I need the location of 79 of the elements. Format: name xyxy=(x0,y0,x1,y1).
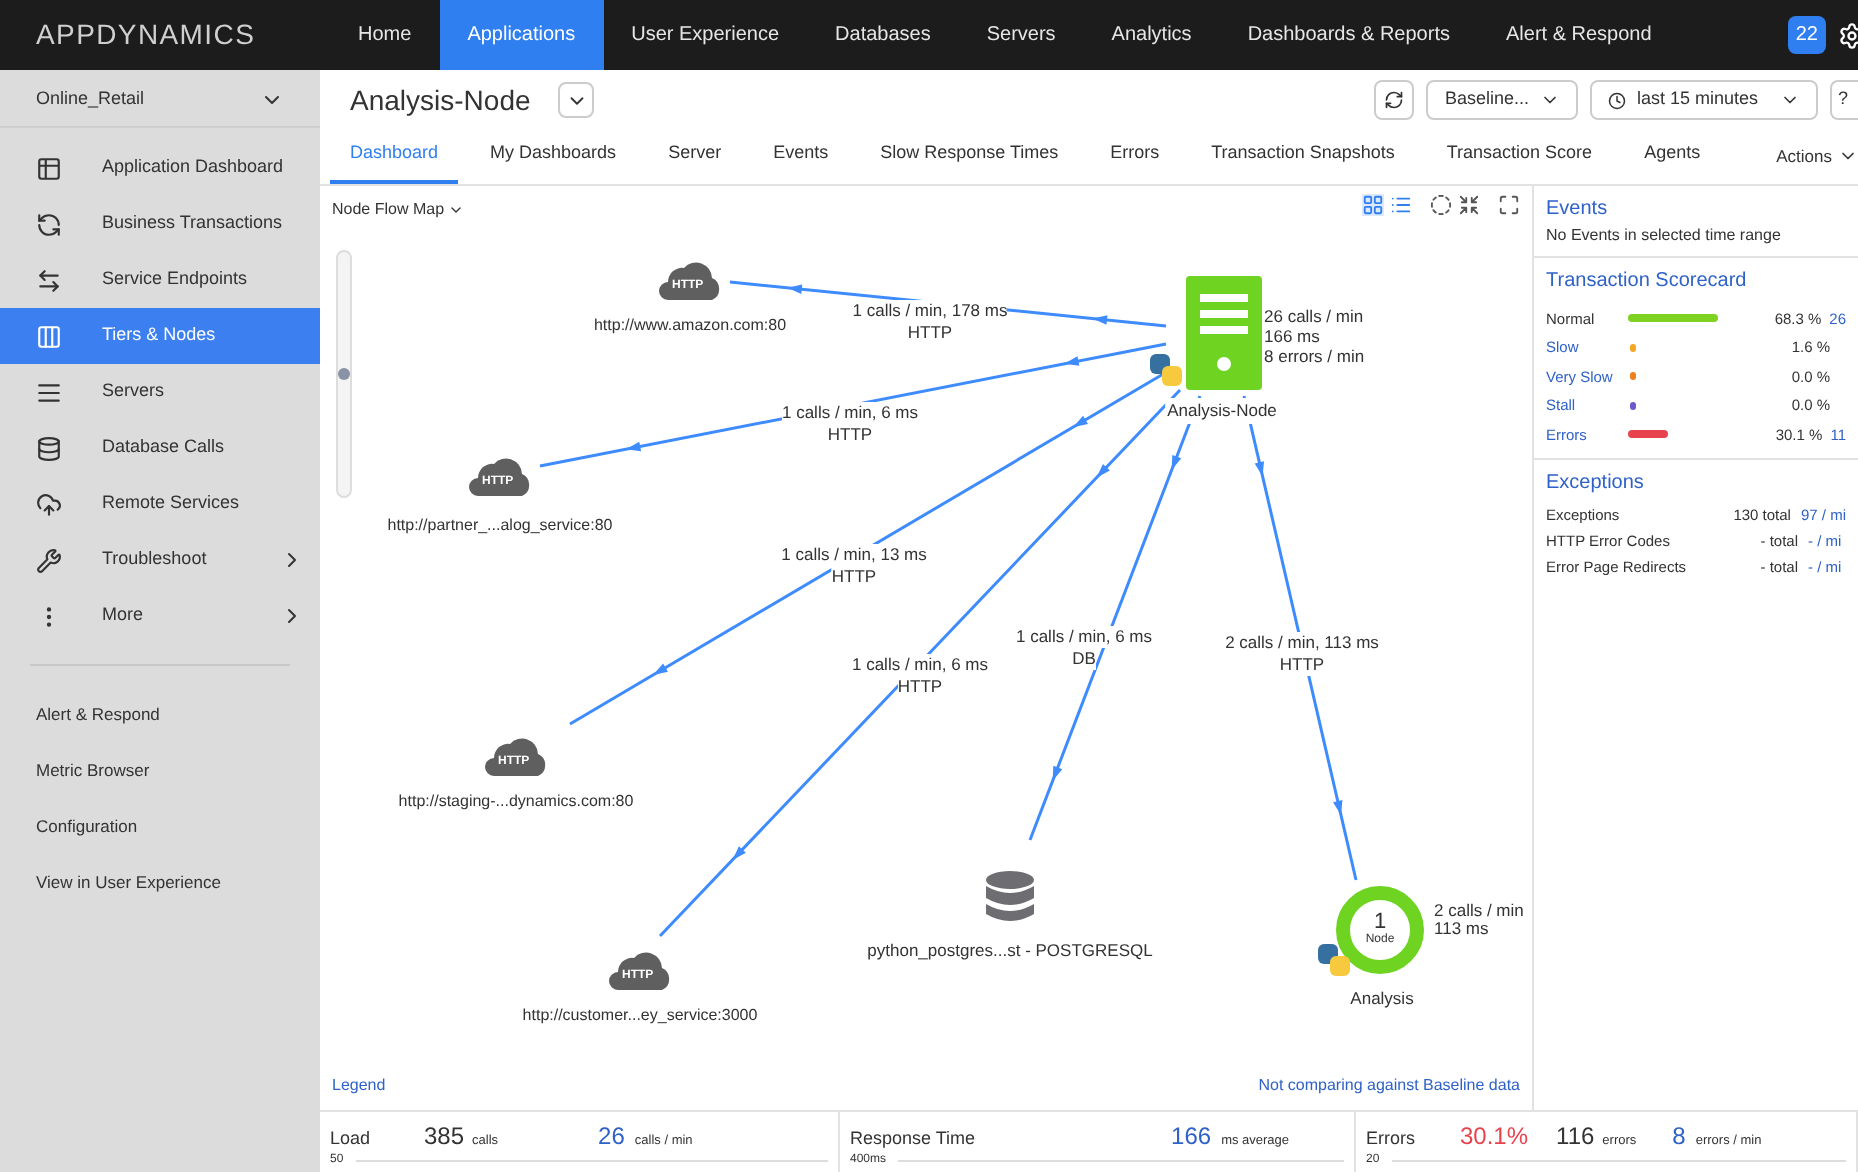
edge-metric: 1 calls / min, 6 ms xyxy=(781,402,919,424)
edge-protocol: HTTP xyxy=(831,566,877,588)
page-title: Analysis-Node xyxy=(350,81,531,120)
app-selector[interactable]: Online_Retail xyxy=(0,72,320,128)
remote-service-label[interactable]: http://www.amazon.com:80 xyxy=(593,314,787,338)
nav-tab[interactable]: Alert & Respond xyxy=(1477,0,1680,70)
stat-title: Load xyxy=(330,1126,373,1152)
stat-title: Response Time xyxy=(850,1126,976,1152)
tab[interactable]: Transaction Snapshots xyxy=(1191,128,1415,184)
node-label[interactable]: Analysis-Node xyxy=(1165,398,1279,424)
stat-title: Errors xyxy=(1366,1126,1417,1152)
nav-tab[interactable]: Databases xyxy=(807,0,959,70)
help-button[interactable]: ? xyxy=(1830,80,1858,120)
events-text: No Events in selected time range xyxy=(1546,224,1783,248)
sidebar-link[interactable]: View in User Experience xyxy=(0,854,320,910)
sidebar-link[interactable]: Alert & Respond xyxy=(0,686,320,742)
section-title: Transaction Scorecard xyxy=(1546,268,1749,296)
nav-tab[interactable]: Home xyxy=(330,0,440,70)
stat-value: 385 xyxy=(424,1120,465,1154)
node-count: 1 xyxy=(1373,912,1387,934)
edge-metric: 1 calls / min, 6 ms xyxy=(851,654,989,676)
legend-link[interactable]: Legend xyxy=(332,1074,386,1098)
remote-service-label[interactable]: http://customer...ey_service:3000 xyxy=(522,1004,758,1028)
tab[interactable]: Dashboard xyxy=(330,128,459,184)
stat-value: 116 xyxy=(1556,1120,1595,1154)
sidebar-item[interactable]: Application Dashboard xyxy=(0,140,320,196)
database-label[interactable]: python_postgres...st - POSTGRESQL xyxy=(867,938,1153,964)
edge-metric: 2 calls / min, 113 ms xyxy=(1225,632,1379,654)
tab[interactable]: Server xyxy=(648,128,742,184)
edge-metric: 1 calls / min, 178 ms xyxy=(852,300,1008,322)
baseline-note[interactable]: Not comparing against Baseline data xyxy=(1258,1074,1520,1098)
time-range-dropdown[interactable]: last 15 minutes xyxy=(1590,80,1818,120)
tab[interactable]: Transaction Score xyxy=(1426,128,1613,184)
sidebar-link[interactable]: Configuration xyxy=(0,798,320,854)
section-title: Events xyxy=(1546,196,1610,224)
nav-tab[interactable]: Servers xyxy=(958,0,1084,70)
edge-protocol: HTTP xyxy=(907,322,953,344)
tab[interactable]: Slow Response Times xyxy=(860,128,1079,184)
sidebar-item[interactable]: Service Endpoints xyxy=(0,252,320,308)
edge-protocol: HTTP xyxy=(827,424,873,446)
remote-service-label[interactable]: http://staging-...dynamics.com:80 xyxy=(398,790,634,814)
nav-tab[interactable]: User Experience xyxy=(603,0,808,70)
stat-value: 8 xyxy=(1672,1120,1686,1154)
sidebar-link[interactable]: Metric Browser xyxy=(0,742,320,798)
node-metric: 8 errors / min xyxy=(1264,346,1365,366)
remote-service-label[interactable]: http://partner_...alog_service:80 xyxy=(387,514,613,538)
tier-metric: 2 calls / min xyxy=(1434,902,1524,920)
section-title: Exceptions xyxy=(1546,469,1646,497)
nav-tab[interactable]: Applications xyxy=(439,0,604,70)
stat-value: 166 xyxy=(1171,1120,1212,1154)
stat-value: 26 xyxy=(598,1120,625,1154)
sidebar-item[interactable]: More xyxy=(0,588,320,644)
tab[interactable]: Agents xyxy=(1624,128,1721,184)
sidebar-item[interactable]: Tiers & Nodes xyxy=(0,308,320,364)
tab[interactable]: My Dashboards xyxy=(470,128,637,184)
tab[interactable]: Events xyxy=(753,128,849,184)
edge-protocol: DB xyxy=(1072,648,1096,670)
node-metric: 166 ms xyxy=(1264,326,1322,346)
nav-tab[interactable]: Analytics xyxy=(1083,0,1220,70)
edge-protocol: HTTP xyxy=(897,676,943,698)
tier-label[interactable]: Analysis xyxy=(1350,986,1414,1012)
nav-tab[interactable]: Dashboards & Reports xyxy=(1219,0,1478,70)
tab[interactable]: Errors xyxy=(1090,128,1180,184)
tier-metric: 113 ms xyxy=(1434,920,1491,938)
actions-menu[interactable]: Actions xyxy=(1776,128,1858,184)
stat-value: 30.1% xyxy=(1460,1120,1529,1154)
edge-metric: 1 calls / min, 6 ms xyxy=(1015,626,1153,648)
sidebar-item[interactable]: Database Calls xyxy=(0,420,320,476)
node-metric: 26 calls / min xyxy=(1264,306,1365,326)
map-type-dropdown[interactable]: Node Flow Map xyxy=(332,198,465,222)
notification-badge[interactable]: 22 xyxy=(1787,16,1826,54)
edge-protocol: HTTP xyxy=(1279,654,1325,676)
sidebar-item[interactable]: Remote Services xyxy=(0,476,320,532)
edge-metric: 1 calls / min, 13 ms xyxy=(781,544,927,566)
sidebar-item[interactable]: Troubleshoot xyxy=(0,532,320,588)
baseline-dropdown[interactable]: Baseline... xyxy=(1426,80,1579,120)
brand-logo: APPDYNAMICS xyxy=(34,16,258,54)
sidebar-item[interactable]: Business Transactions xyxy=(0,196,320,252)
sidebar-item[interactable]: Servers xyxy=(0,364,320,420)
